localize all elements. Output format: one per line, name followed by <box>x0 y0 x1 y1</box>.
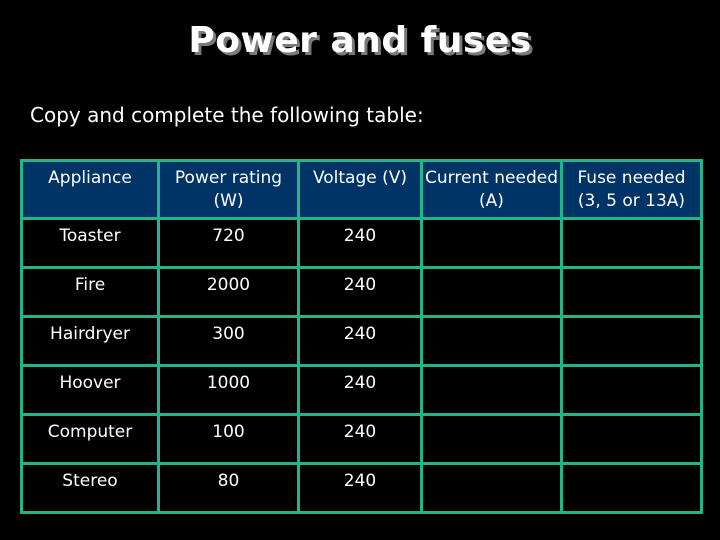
cell-appliance: Computer <box>20 413 160 465</box>
cell-voltage: 240 <box>297 315 423 367</box>
cell-appliance: Fire <box>20 266 160 318</box>
cell-voltage: 240 <box>297 217 423 269</box>
cell-appliance: Toaster <box>20 217 160 269</box>
cell-fuse <box>560 217 703 269</box>
header-appliance: Appliance <box>20 159 160 220</box>
cell-fuse <box>560 364 703 416</box>
table-row: Computer 100 240 <box>20 413 703 465</box>
cell-power: 1000 <box>157 364 300 416</box>
cell-fuse <box>560 462 703 514</box>
cell-power: 80 <box>157 462 300 514</box>
table-row: Hoover 1000 240 <box>20 364 703 416</box>
header-voltage: Voltage (V) <box>297 159 423 220</box>
header-fuse-needed: Fuse needed (3, 5 or 13A) <box>560 159 703 220</box>
cell-power: 100 <box>157 413 300 465</box>
table-header-row: Appliance Power rating (W) Voltage (V) C… <box>20 159 703 220</box>
fuse-table: Appliance Power rating (W) Voltage (V) C… <box>20 159 703 514</box>
cell-power: 2000 <box>157 266 300 318</box>
cell-current <box>420 315 563 367</box>
cell-current <box>420 217 563 269</box>
cell-appliance: Stereo <box>20 462 160 514</box>
cell-current <box>420 462 563 514</box>
cell-current <box>420 364 563 416</box>
cell-current <box>420 266 563 318</box>
header-power-rating: Power rating (W) <box>157 159 300 220</box>
table-row: Hairdryer 300 240 <box>20 315 703 367</box>
cell-voltage: 240 <box>297 266 423 318</box>
cell-voltage: 240 <box>297 364 423 416</box>
cell-voltage: 240 <box>297 462 423 514</box>
cell-fuse <box>560 266 703 318</box>
instruction-text: Copy and complete the following table: <box>30 103 424 127</box>
table-row: Toaster 720 240 <box>20 217 703 269</box>
cell-appliance: Hairdryer <box>20 315 160 367</box>
table-row: Stereo 80 240 <box>20 462 703 514</box>
cell-power: 720 <box>157 217 300 269</box>
cell-voltage: 240 <box>297 413 423 465</box>
cell-fuse <box>560 413 703 465</box>
table-row: Fire 2000 240 <box>20 266 703 318</box>
slide-title: Power and fuses <box>188 20 532 61</box>
cell-current <box>420 413 563 465</box>
cell-appliance: Hoover <box>20 364 160 416</box>
cell-fuse <box>560 315 703 367</box>
header-current-needed: Current needed (A) <box>420 159 563 220</box>
cell-power: 300 <box>157 315 300 367</box>
